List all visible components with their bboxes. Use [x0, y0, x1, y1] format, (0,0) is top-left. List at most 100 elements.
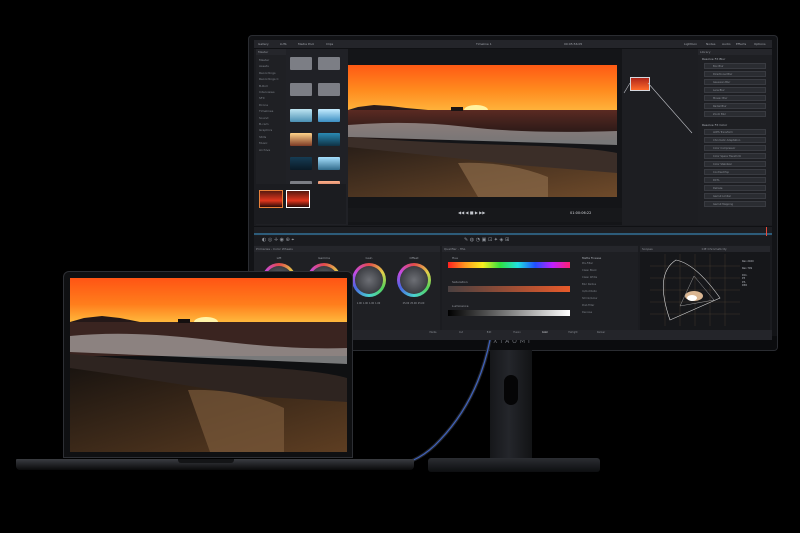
effect-item[interactable]: Directional Blur	[704, 71, 766, 77]
folder-thumb[interactable]	[318, 83, 340, 96]
matte-param[interactable]: Clean White	[582, 276, 597, 279]
bin-item[interactable]: Assets	[259, 64, 269, 68]
matte-param[interactable]: Shrink/Grow	[582, 297, 597, 300]
clip-thumb[interactable]	[290, 133, 312, 146]
toolbar-timeline[interactable]: Timeline 1	[476, 41, 492, 47]
toolbar-lightbox[interactable]: Lightbox	[684, 41, 697, 47]
toolbar-clips[interactable]: Clips	[326, 41, 333, 47]
effect-item[interactable]: Mosaic Blur	[704, 95, 766, 101]
bin-item[interactable]: Music	[259, 141, 268, 145]
matte-param[interactable]: In/Out Ratio	[582, 290, 597, 293]
wheel-value[interactable]: 1.00	[363, 302, 368, 305]
cie-chromaticity-plot	[650, 254, 740, 326]
bin-item[interactable]: Stills	[259, 135, 266, 139]
bin-item[interactable]: Interviews	[259, 90, 275, 94]
wheel-label: Gain	[365, 256, 373, 260]
bin-item[interactable]: Master	[259, 58, 269, 62]
bin-item[interactable]: B-cam	[259, 122, 269, 126]
color-wheel[interactable]	[352, 263, 386, 297]
effect-item[interactable]: Gamut Mapping	[704, 201, 766, 207]
matte-param[interactable]: Post-Filter	[582, 304, 594, 307]
clip-thumb[interactable]	[286, 190, 310, 208]
saturation-range-bar[interactable]	[448, 286, 570, 292]
effect-item[interactable]: Dehaze	[704, 185, 766, 191]
toolbar-effects[interactable]: Effects	[736, 41, 746, 47]
effect-item[interactable]: Color Space Transform	[704, 153, 766, 159]
bin-item[interactable]: SFX	[259, 96, 265, 100]
matte-param[interactable]: Blur Radius	[582, 283, 596, 286]
hue-range-bar[interactable]	[448, 262, 570, 268]
qualifier-tool-icons[interactable]: ✎ ◍ ◔ ▣ ⊡ ✦ ◈ ⊞	[464, 237, 509, 243]
page-tab-color[interactable]: Color	[536, 331, 554, 334]
bin-item[interactable]: Timelines	[259, 109, 273, 113]
toolbar-timecode: 00:05:56:05	[564, 42, 583, 46]
effect-item[interactable]: Contrast Pop	[704, 169, 766, 175]
color-wheel-center	[400, 266, 428, 294]
wheel-value[interactable]: 25.00	[418, 302, 425, 305]
matte-param[interactable]: Clean Black	[582, 269, 597, 272]
effect-item[interactable]: DCTL	[704, 177, 766, 183]
clip-thumb[interactable]	[318, 109, 340, 122]
bin-item[interactable]: Recordings C	[259, 77, 279, 81]
bin-item[interactable]: Graphics	[259, 128, 272, 132]
wheel-value[interactable]: 1.00	[357, 302, 362, 305]
page-tab-deliver[interactable]: Deliver	[592, 331, 610, 334]
page-tab-media[interactable]: Media	[424, 331, 442, 334]
library-header: Library	[698, 49, 772, 55]
effect-item[interactable]: ACES Transform	[704, 129, 766, 135]
wheel-label: Gamma	[318, 256, 330, 260]
effect-item[interactable]: Box Blur	[704, 63, 766, 69]
page-tab-edit[interactable]: Edit	[480, 331, 498, 334]
toolbar-options[interactable]: Options	[754, 41, 766, 47]
matte-finesse: Matte Finesse Pre-Filter Clean Black Clean…	[582, 256, 634, 322]
effect-item[interactable]: Zoom Blur	[704, 111, 766, 117]
effect-item[interactable]: Color Compressor	[704, 145, 766, 151]
toolbar-media-pool[interactable]: Media Pool	[298, 41, 314, 47]
transport-controls[interactable]: ◀◀ ◀ ■ ▶ ▶▶	[458, 210, 485, 215]
bin-item[interactable]: Archive	[259, 148, 270, 152]
palette-icons[interactable]: ◐ ◎ ✛ ◉ ⊕ ⌖	[262, 237, 294, 243]
wheel-value[interactable]: 25.00	[403, 302, 410, 305]
legend-item: Rec.2020	[742, 260, 754, 263]
effect-item[interactable]: Lens Blur	[704, 87, 766, 93]
selected-clip-thumb[interactable]	[259, 190, 283, 208]
hue-label: Hue	[452, 256, 459, 260]
luminance-range-bar[interactable]	[448, 310, 570, 316]
page-tab-cut[interactable]: Cut	[452, 331, 470, 334]
bin-item[interactable]: Recordings	[259, 71, 276, 75]
effect-item[interactable]: Chromatic Adaptation	[704, 137, 766, 143]
matte-param[interactable]: Denoise	[582, 311, 592, 314]
clip-thumb[interactable]	[318, 157, 340, 170]
folder-thumb[interactable]	[290, 57, 312, 70]
bin-item[interactable]: Drone	[259, 103, 268, 107]
effect-item[interactable]: Gamut Limiter	[704, 193, 766, 199]
matte-param[interactable]: Pre-Filter	[582, 262, 593, 265]
legend-item: DCI-P3	[742, 274, 748, 280]
toolbar-nodes[interactable]: Nodes	[706, 41, 715, 47]
page-tab-fusion[interactable]: Fusion	[508, 331, 526, 334]
bin-item[interactable]: B-Roll	[259, 84, 268, 88]
toolbar-gallery[interactable]: Gallery	[258, 41, 269, 47]
toolbar-audio[interactable]: Audio	[722, 41, 731, 47]
clip-thumb[interactable]	[290, 157, 312, 170]
laptop-opening-notch	[178, 459, 234, 463]
clip-thumb[interactable]	[318, 133, 340, 146]
scope-mode[interactable]: CIE Chromaticity	[702, 247, 727, 251]
clip-strip	[256, 184, 346, 224]
folder-thumb[interactable]	[290, 83, 312, 96]
laptop-wallpaper-sunset	[70, 278, 347, 452]
wheel-value[interactable]: 1.00	[369, 302, 374, 305]
bin-item[interactable]: Sound	[259, 116, 268, 120]
scope-title: Scopes	[642, 247, 653, 251]
effect-item[interactable]: Color Stabilizer	[704, 161, 766, 167]
effect-item[interactable]: Radial Blur	[704, 103, 766, 109]
toolbar-luts[interactable]: LUTs	[280, 41, 287, 47]
folder-thumb[interactable]	[318, 57, 340, 70]
color-wheel[interactable]	[397, 263, 431, 297]
clip-thumb[interactable]	[290, 109, 312, 122]
wheel-values: 1.001.001.001.00	[352, 302, 386, 305]
page-tab-fairlight[interactable]: Fairlight	[564, 331, 582, 334]
wheel-value[interactable]: 1.00	[375, 302, 380, 305]
effect-item[interactable]: Gaussian Blur	[704, 79, 766, 85]
wheel-value[interactable]: 25.00	[410, 302, 417, 305]
